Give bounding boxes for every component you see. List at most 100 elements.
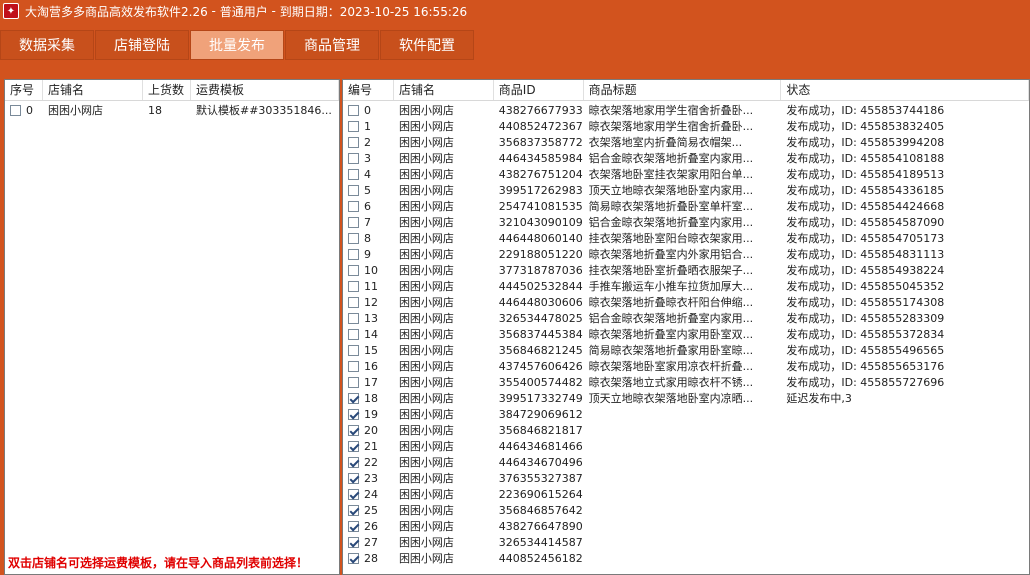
row-checkbox[interactable] bbox=[348, 168, 359, 180]
row-product-id: 446448060140 bbox=[498, 232, 583, 245]
row-shop: 困困小网店 bbox=[398, 504, 454, 517]
table-row[interactable]: 9 困困小网店 229188051220 晾衣架落地折叠室内外家用铝合... 发布成功，… bbox=[343, 247, 1029, 263]
row-checkbox[interactable] bbox=[348, 232, 359, 244]
col-header-status[interactable]: 状态 bbox=[781, 80, 1029, 100]
row-checkbox[interactable] bbox=[348, 536, 359, 548]
table-row[interactable]: 22 困困小网店 446434670496 bbox=[343, 455, 1029, 471]
table-row[interactable]: 3 困困小网店 446434585984 铝合金晾衣架落地折叠室内家用... 发布成功，… bbox=[343, 151, 1029, 167]
row-product-id: 356846821245 bbox=[498, 344, 583, 357]
row-status: 发布成功，ID: 455855496565 bbox=[786, 344, 945, 357]
row-checkbox[interactable] bbox=[348, 216, 359, 228]
row-shop: 困困小网店 bbox=[398, 184, 454, 197]
table-row[interactable]: 8 困困小网店 446448060140 挂衣架落地卧室阳台晾衣架家用... 发布成功，… bbox=[343, 231, 1029, 247]
col-header-product-id[interactable]: 商品ID bbox=[494, 80, 584, 100]
row-product-id: 326534478025 bbox=[498, 312, 583, 325]
table-row[interactable]: 25 困困小网店 356846857642 bbox=[343, 503, 1029, 519]
row-checkbox[interactable] bbox=[348, 376, 359, 388]
row-checkbox[interactable] bbox=[348, 456, 359, 468]
table-row[interactable]: 19 困困小网店 384729069612 bbox=[343, 407, 1029, 423]
row-checkbox[interactable] bbox=[348, 264, 359, 276]
col-header-title[interactable]: 商品标题 bbox=[584, 80, 782, 100]
row-checkbox[interactable] bbox=[348, 136, 359, 148]
row-product-id: 399517332749 bbox=[498, 392, 583, 405]
row-status: 发布成功，ID: 455853744186 bbox=[786, 104, 945, 117]
row-shop: 困困小网店 bbox=[398, 472, 454, 485]
table-row[interactable]: 2 困困小网店 356837358772 衣架落地室内折叠简易衣帽架... 发布成功，I… bbox=[343, 135, 1029, 151]
row-checkbox[interactable] bbox=[348, 184, 359, 196]
row-checkbox[interactable] bbox=[348, 344, 359, 356]
row-product-id: 326534414587 bbox=[498, 536, 583, 549]
table-row[interactable]: 13 困困小网店 326534478025 铝合金晾衣架落地折叠室内家用... 发布成功… bbox=[343, 311, 1029, 327]
table-row[interactable]: 0 困困小网店 438276677933 晾衣架落地家用学生宿舍折叠卧... 发布成功，… bbox=[343, 103, 1029, 119]
row-checkbox[interactable] bbox=[348, 488, 359, 500]
row-checkbox[interactable] bbox=[348, 104, 359, 116]
row-checkbox[interactable] bbox=[348, 296, 359, 308]
col-header-no[interactable]: 编号 bbox=[343, 80, 394, 100]
tab-software-config[interactable]: 软件配置 bbox=[380, 30, 474, 60]
tab-product-manage[interactable]: 商品管理 bbox=[285, 30, 379, 60]
row-status bbox=[781, 471, 1029, 487]
table-row[interactable]: 20 困困小网店 356846821817 bbox=[343, 423, 1029, 439]
row-no: 20 bbox=[364, 424, 378, 437]
row-checkbox[interactable] bbox=[348, 472, 359, 484]
row-no: 0 bbox=[364, 104, 371, 117]
table-row[interactable]: 27 困困小网店 326534414587 bbox=[343, 535, 1029, 551]
row-checkbox[interactable] bbox=[348, 552, 359, 564]
app-logo-icon: ✦ bbox=[3, 3, 19, 19]
table-row[interactable]: 15 困困小网店 356846821245 简易晾衣架落地折叠家用卧室晾... 发布成功… bbox=[343, 343, 1029, 359]
table-row[interactable]: 17 困困小网店 355400574482 晾衣架落地立式家用晾衣杆不锈... 发布成功… bbox=[343, 375, 1029, 391]
col-header-shop[interactable]: 店铺名 bbox=[394, 80, 494, 100]
table-row[interactable]: 7 困困小网店 321043090109 铝合金晾衣架落地折叠室内家用... 发布成功，… bbox=[343, 215, 1029, 231]
table-row[interactable]: 18 困困小网店 399517332749 顶天立地晾衣架落地卧室内凉晒... 延迟发布… bbox=[343, 391, 1029, 407]
col-header-shop[interactable]: 店铺名 bbox=[43, 80, 143, 100]
table-row[interactable]: 4 困困小网店 438276751204 衣架落地卧室挂衣架家用阳台单... 发布成功，… bbox=[343, 167, 1029, 183]
tab-batch-publish[interactable]: 批量发布 bbox=[190, 30, 284, 60]
row-checkbox[interactable] bbox=[348, 504, 359, 516]
shop-row[interactable]: 0 困困小网店 18 默认模板##303351846... bbox=[5, 103, 339, 119]
table-row[interactable]: 11 困困小网店 444502532844 手推车搬运车小推车拉货加厚大... 发布成功… bbox=[343, 279, 1029, 295]
row-title bbox=[584, 439, 782, 455]
row-checkbox[interactable] bbox=[348, 200, 359, 212]
table-row[interactable]: 10 困困小网店 377318787036 挂衣架落地卧室折叠晒衣服架子... 发布成功… bbox=[343, 263, 1029, 279]
row-checkbox[interactable] bbox=[348, 328, 359, 340]
shop-row-name[interactable]: 困困小网店 bbox=[43, 103, 143, 119]
table-row[interactable]: 28 困困小网店 440852456182 bbox=[343, 551, 1029, 567]
row-no: 24 bbox=[364, 488, 378, 501]
table-row[interactable]: 26 困困小网店 438276647890 bbox=[343, 519, 1029, 535]
table-row[interactable]: 6 困困小网店 254741081535 简易晾衣架落地折叠卧室单杆室... 发布成功，… bbox=[343, 199, 1029, 215]
row-shop: 困困小网店 bbox=[398, 328, 454, 341]
row-product-id: 223690615264 bbox=[498, 488, 583, 501]
row-checkbox[interactable] bbox=[348, 312, 359, 324]
shop-row-checkbox[interactable] bbox=[10, 104, 21, 116]
row-checkbox[interactable] bbox=[348, 392, 359, 404]
row-checkbox[interactable] bbox=[348, 520, 359, 532]
col-header-template[interactable]: 运费模板 bbox=[191, 80, 339, 100]
col-header-index[interactable]: 序号 bbox=[5, 80, 43, 100]
title-separator: - bbox=[267, 4, 280, 18]
row-title: 晾衣架落地立式家用晾衣杆不锈... bbox=[588, 376, 754, 389]
table-row[interactable]: 24 困困小网店 223690615264 bbox=[343, 487, 1029, 503]
row-shop: 困困小网店 bbox=[398, 536, 454, 549]
row-checkbox[interactable] bbox=[348, 440, 359, 452]
row-checkbox[interactable] bbox=[348, 424, 359, 436]
tab-data-collect[interactable]: 数据采集 bbox=[0, 30, 94, 60]
row-checkbox[interactable] bbox=[348, 248, 359, 260]
col-header-count[interactable]: 上货数 bbox=[143, 80, 191, 100]
table-row[interactable]: 23 困困小网店 376355327387 bbox=[343, 471, 1029, 487]
row-title bbox=[584, 519, 782, 535]
row-checkbox[interactable] bbox=[348, 152, 359, 164]
table-row[interactable]: 21 困困小网店 446434681466 bbox=[343, 439, 1029, 455]
row-checkbox[interactable] bbox=[348, 120, 359, 132]
table-row[interactable]: 12 困困小网店 446448030606 晾衣架落地折叠晾衣杆阳台伸缩... 发布成功… bbox=[343, 295, 1029, 311]
table-row[interactable]: 14 困困小网店 356837445384 晾衣架落地折叠室内家用卧室双... 发布成功… bbox=[343, 327, 1029, 343]
row-checkbox[interactable] bbox=[348, 408, 359, 420]
row-shop: 困困小网店 bbox=[398, 360, 454, 373]
table-row[interactable]: 16 困困小网店 437457606426 晾衣架落地卧室家用凉衣杆折叠... 发布成功… bbox=[343, 359, 1029, 375]
table-row[interactable]: 1 困困小网店 440852472367 晾衣架落地家用学生宿舍折叠卧... 发布成功，… bbox=[343, 119, 1029, 135]
tab-shop-login[interactable]: 店铺登陆 bbox=[95, 30, 189, 60]
row-no: 19 bbox=[364, 408, 378, 421]
row-checkbox[interactable] bbox=[348, 280, 359, 292]
row-checkbox[interactable] bbox=[348, 360, 359, 372]
table-row[interactable]: 5 困困小网店 399517262983 顶天立地晾衣架落地卧室内家用... 发布成功，… bbox=[343, 183, 1029, 199]
row-shop: 困困小网店 bbox=[398, 136, 454, 149]
